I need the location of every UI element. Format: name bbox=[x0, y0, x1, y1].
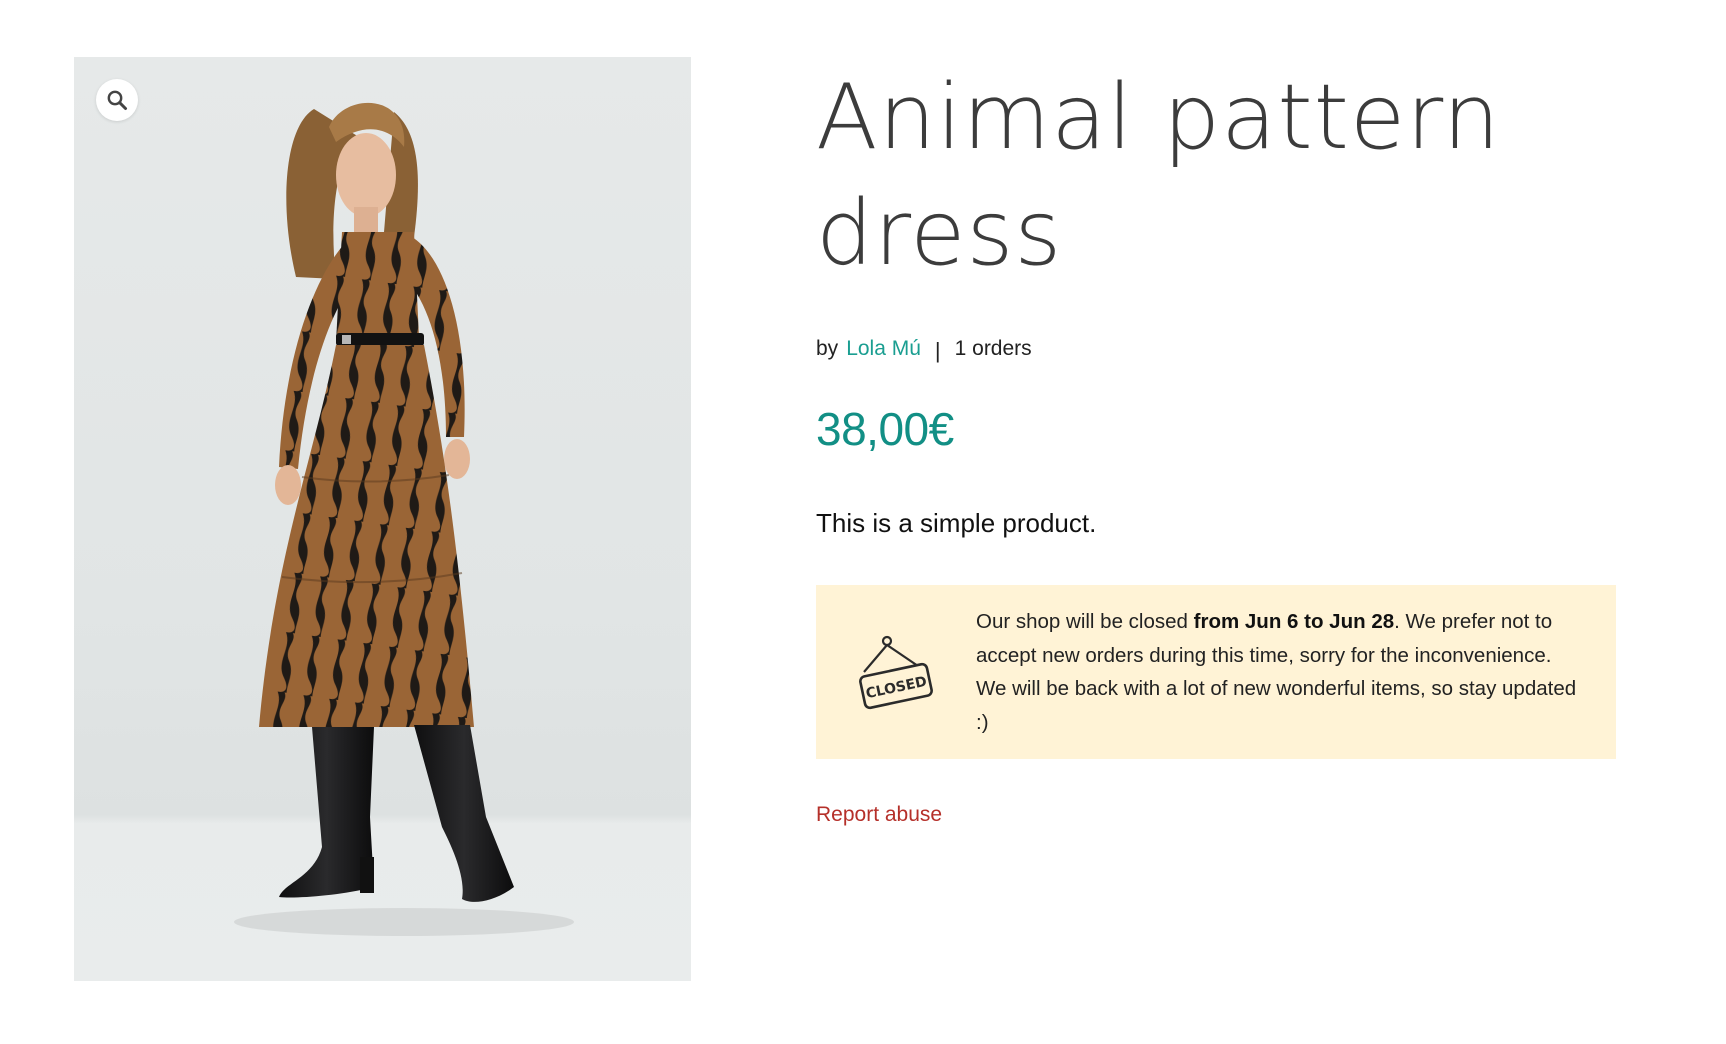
notice-icon-wrap: CLOSED bbox=[816, 634, 976, 710]
notice-text-before: Our shop will be closed bbox=[976, 610, 1194, 633]
zoom-icon bbox=[107, 90, 127, 110]
product-price: 38,00€ bbox=[816, 403, 954, 455]
notice-dates: from Jun 6 to Jun 28 bbox=[1193, 610, 1395, 633]
meta-separator: | bbox=[934, 338, 941, 363]
orders-count: 1 orders bbox=[954, 337, 1032, 360]
report-abuse-link[interactable]: Report abuse bbox=[816, 803, 942, 827]
zoom-button[interactable] bbox=[96, 79, 138, 121]
vendor-link[interactable]: Lola Mú bbox=[846, 337, 921, 361]
by-label: by bbox=[816, 337, 839, 360]
product-page: Animal pattern dress by Lola Mú | 1 orde… bbox=[0, 0, 1726, 1044]
product-meta: by Lola Mú | 1 orders bbox=[816, 336, 1616, 363]
product-photo bbox=[234, 102, 574, 936]
product-summary: Animal pattern dress by Lola Mú | 1 orde… bbox=[816, 60, 1616, 827]
shop-closed-notice: CLOSED Our shop will be closed from Jun … bbox=[816, 585, 1616, 759]
product-description: This is a simple product. bbox=[816, 508, 1097, 538]
product-gallery[interactable] bbox=[74, 57, 691, 981]
product-title: Animal pattern dress bbox=[816, 65, 1501, 286]
notice-message: Our shop will be closed from Jun 6 to Ju… bbox=[976, 605, 1586, 739]
closed-sign-icon: CLOSED bbox=[859, 635, 933, 710]
